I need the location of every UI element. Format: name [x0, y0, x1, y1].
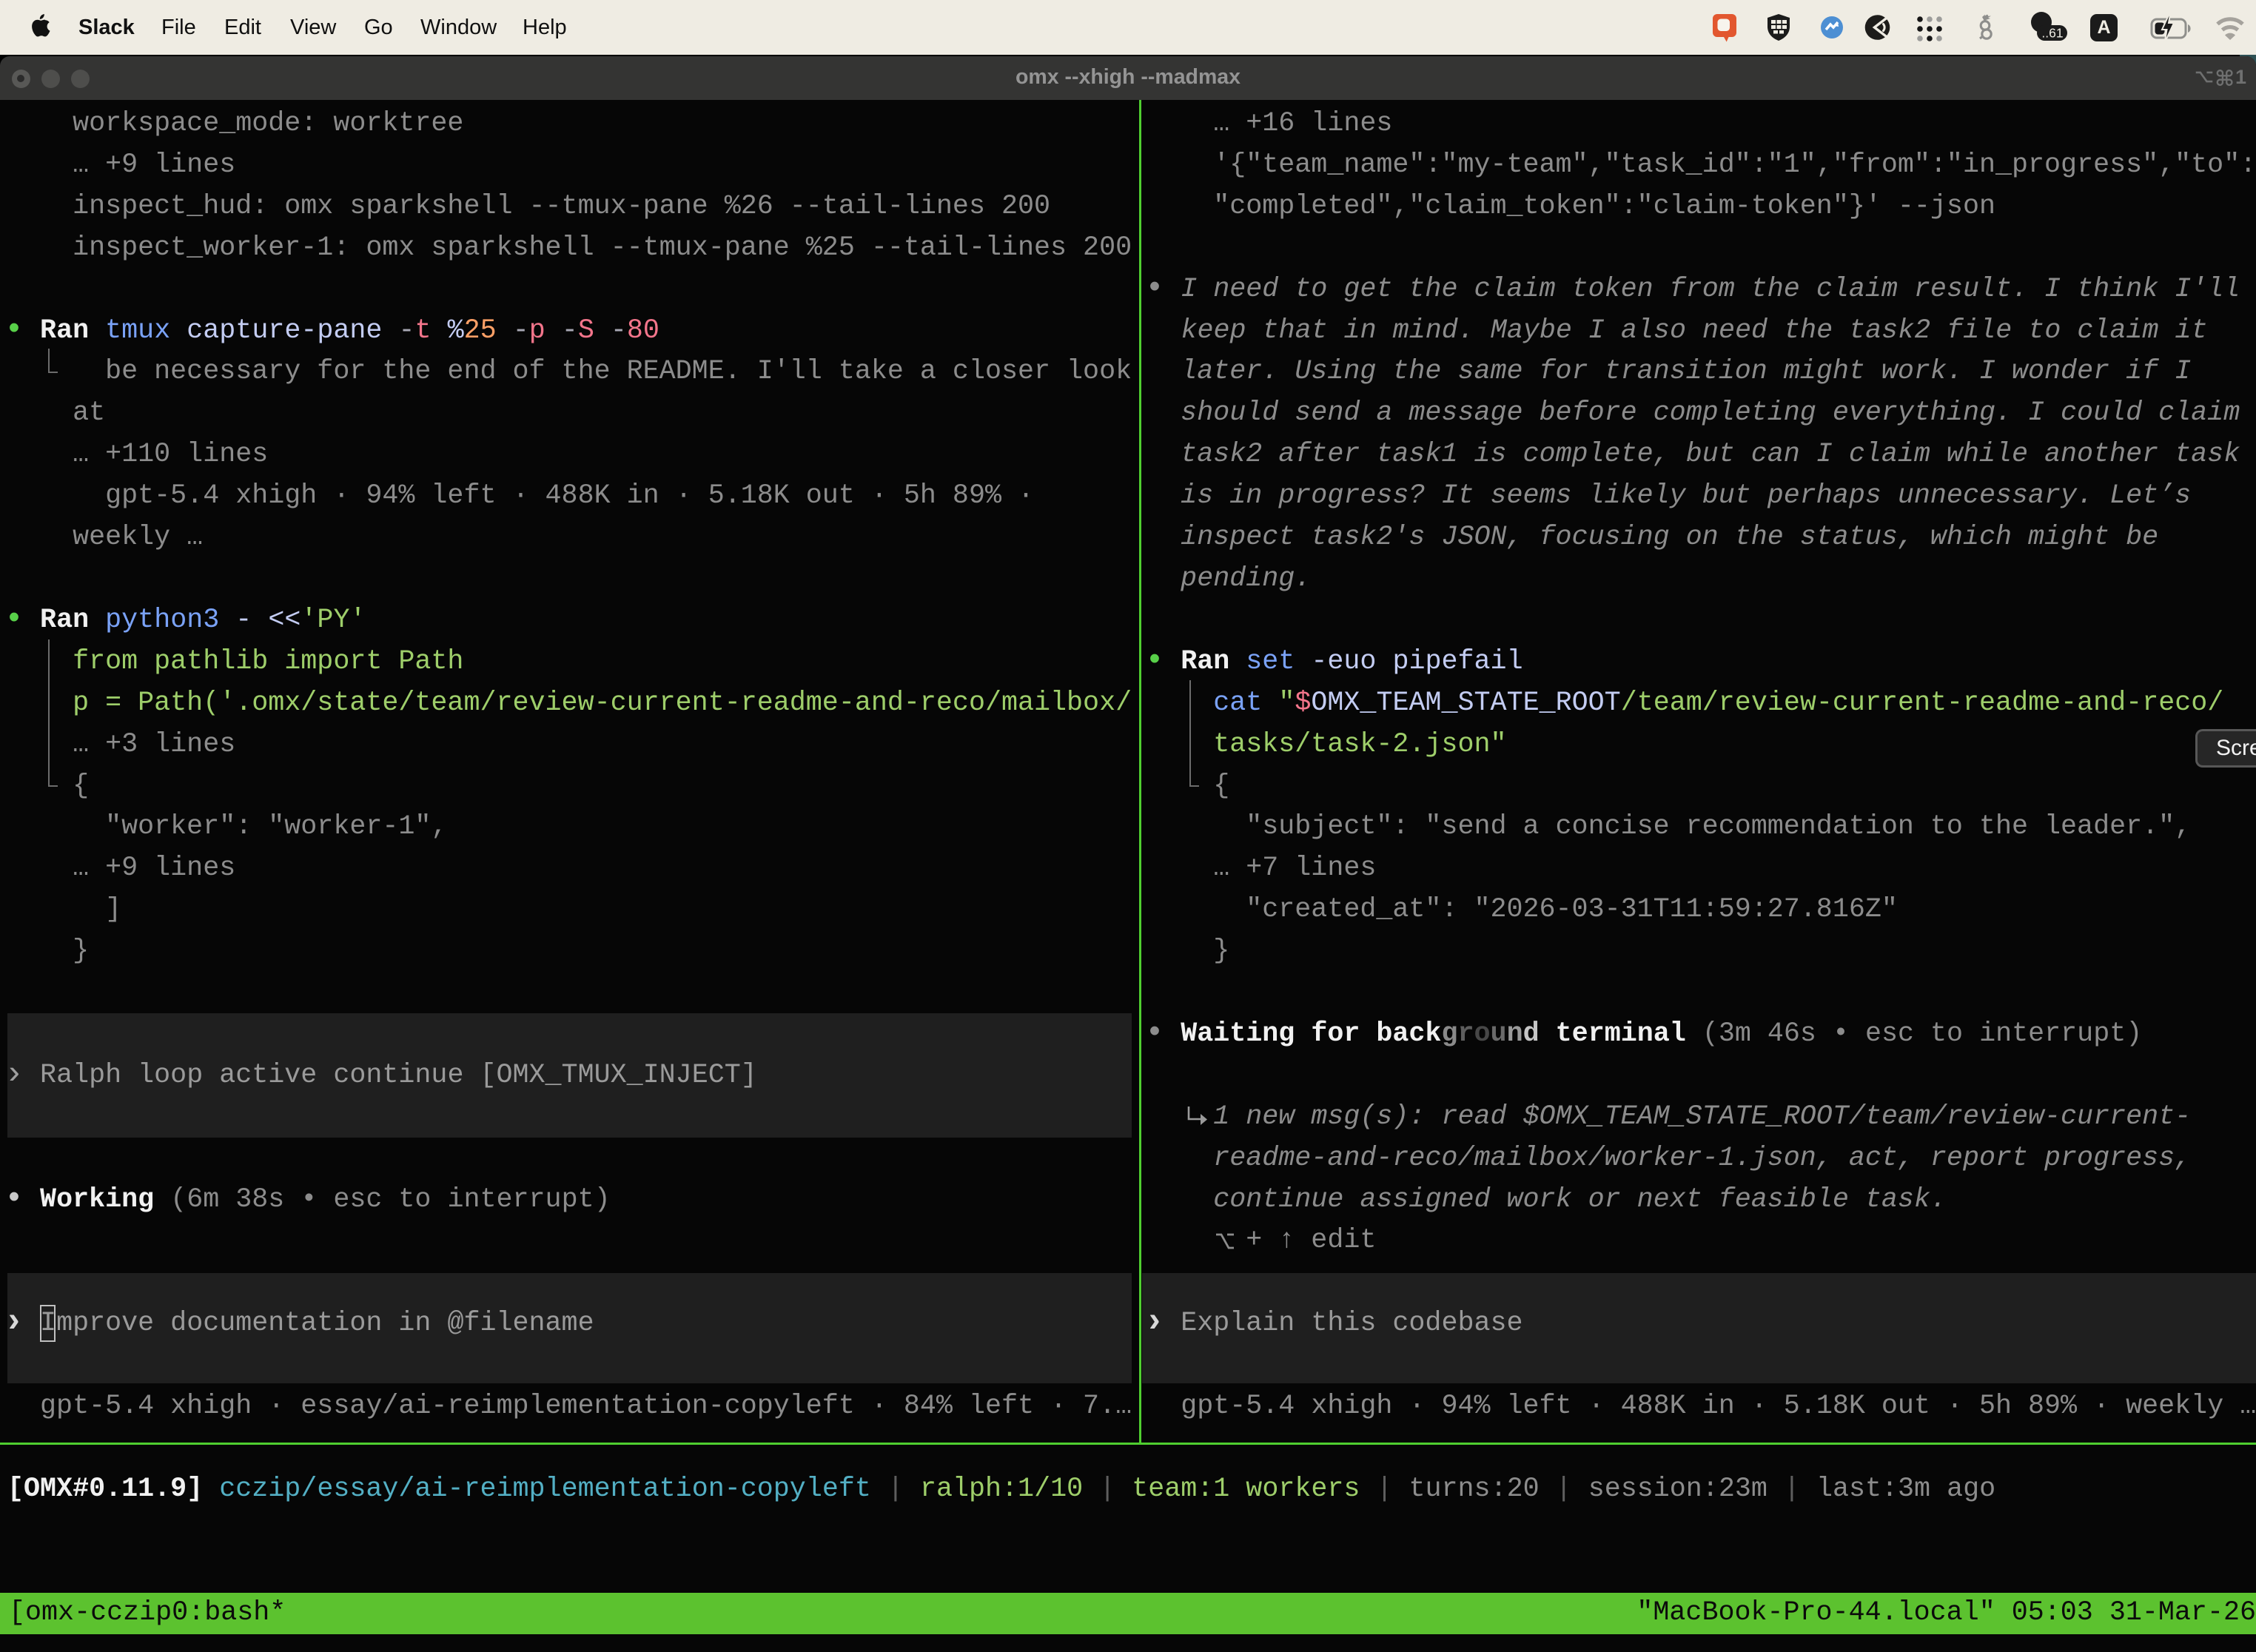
svg-text:..61: ..61: [2041, 26, 2063, 41]
